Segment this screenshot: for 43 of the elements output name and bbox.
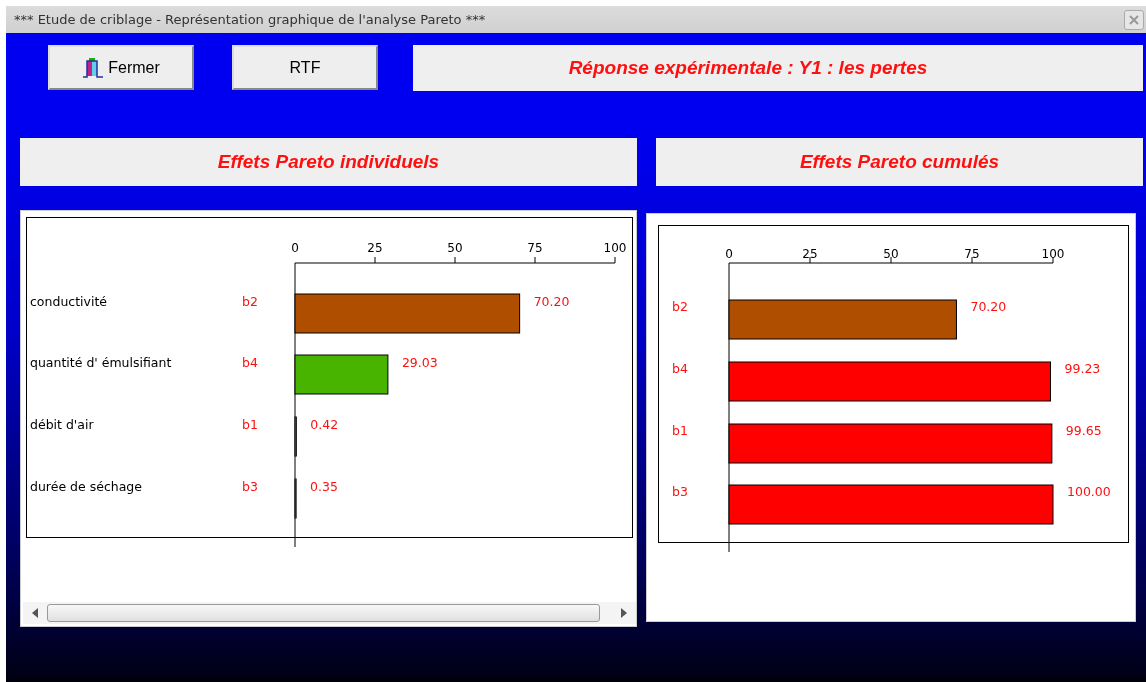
value-label: 70.20 bbox=[533, 293, 570, 309]
tick-label: 0 bbox=[291, 241, 299, 255]
coefficient-label: b3 bbox=[242, 478, 258, 494]
tick-label: 75 bbox=[527, 241, 543, 255]
value-label: 99.65 bbox=[1065, 422, 1102, 438]
value-label: 0.42 bbox=[310, 416, 339, 432]
value-label: 29.03 bbox=[401, 354, 438, 370]
coefficient-label: b3 bbox=[672, 483, 688, 499]
close-button[interactable]: Fermer bbox=[48, 45, 194, 90]
tick-label: 25 bbox=[802, 247, 818, 261]
coefficient-label: b4 bbox=[672, 360, 688, 376]
tick-label: 0 bbox=[725, 247, 733, 261]
scroll-left-icon[interactable] bbox=[31, 608, 39, 618]
tick-label: 50 bbox=[883, 247, 899, 261]
scroll-right-icon[interactable] bbox=[620, 608, 628, 618]
tick-label: 100 bbox=[1041, 247, 1065, 261]
value-label: 70.20 bbox=[970, 298, 1007, 314]
scroll-thumb[interactable] bbox=[47, 604, 600, 622]
value-label: 100.00 bbox=[1067, 483, 1111, 499]
coefficient-label: b4 bbox=[242, 354, 258, 370]
factor-name: durée de séchage bbox=[30, 478, 142, 494]
panel-heading: Effets Pareto individuels bbox=[20, 138, 637, 186]
export-button[interactable]: RTF bbox=[232, 45, 378, 90]
value-label: 0.35 bbox=[310, 478, 338, 494]
coefficient-label: b2 bbox=[242, 293, 258, 309]
coefficient-label: b1 bbox=[672, 422, 688, 438]
factor-name: quantité d' émulsifiant bbox=[30, 354, 172, 370]
scrollbar[interactable] bbox=[23, 602, 636, 624]
tick-label: 50 bbox=[447, 241, 463, 255]
tick-label: 25 bbox=[367, 241, 383, 255]
window-title: *** Etude de criblage - Représentation graphique de l'analyse Pareto *** bbox=[14, 12, 486, 27]
bar bbox=[294, 478, 297, 519]
door-icon bbox=[82, 56, 105, 79]
factor-name: conductivité bbox=[30, 293, 107, 309]
coefficient-label: b2 bbox=[672, 298, 688, 314]
panel-heading: Effets Pareto cumulés bbox=[656, 138, 1143, 186]
bar bbox=[294, 416, 297, 457]
factor-name: débit d'air bbox=[30, 416, 94, 432]
value-label: 99.23 bbox=[1064, 360, 1101, 376]
response-banner: Réponse expérimentale : Y1 : les pertes bbox=[413, 44, 1143, 91]
tick-label: 75 bbox=[964, 247, 980, 261]
coefficient-label: b1 bbox=[242, 416, 258, 432]
tick-label: 100 bbox=[603, 241, 627, 255]
